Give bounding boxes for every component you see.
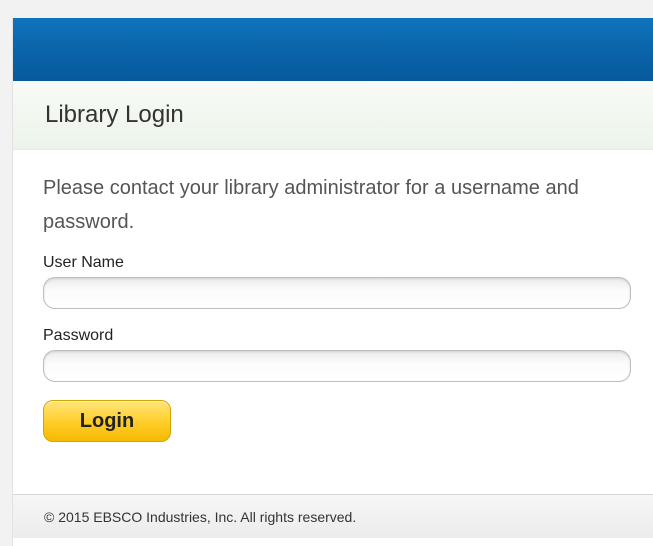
username-input[interactable] xyxy=(43,277,631,309)
top-banner xyxy=(13,18,653,81)
footer: © 2015 EBSCO Industries, Inc. All rights… xyxy=(13,494,653,538)
page-title: Library Login xyxy=(45,101,184,128)
password-input[interactable] xyxy=(43,350,631,382)
panel-header: Library Login xyxy=(13,81,653,150)
login-button[interactable]: Login xyxy=(43,400,171,442)
intro-text: Please contact your library administrato… xyxy=(43,177,579,233)
login-form: Please contact your library administrato… xyxy=(13,150,653,442)
username-label: User Name xyxy=(43,254,124,271)
copyright-text: © 2015 EBSCO Industries, Inc. All rights… xyxy=(44,508,357,525)
password-label: Password xyxy=(43,327,114,344)
login-panel: Library Login Please contact your librar… xyxy=(12,18,653,546)
